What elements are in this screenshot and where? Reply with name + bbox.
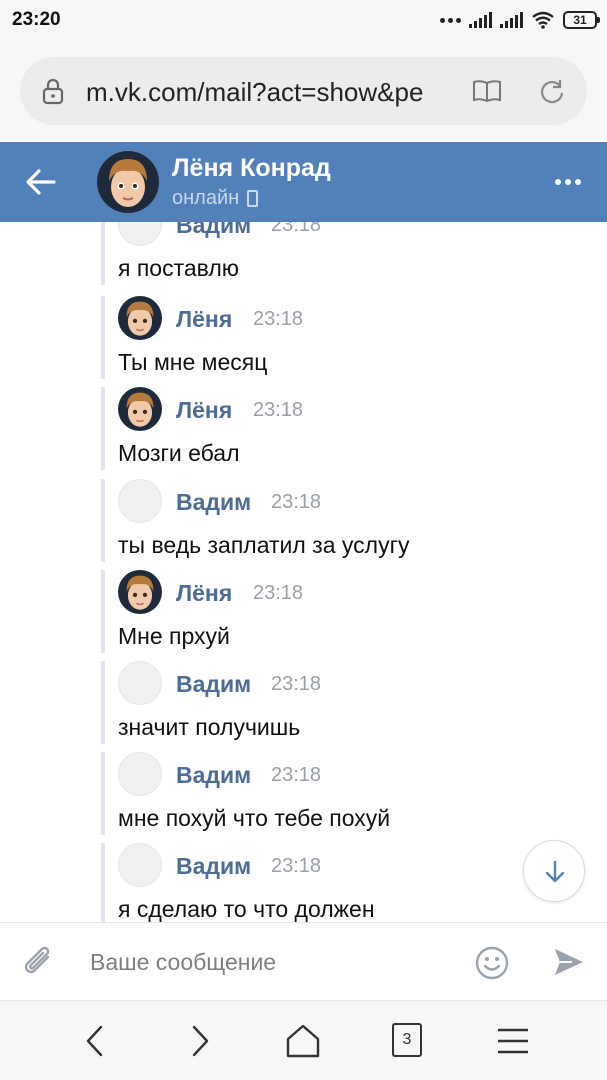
signal-icon	[469, 12, 492, 28]
memoji-avatar-icon	[118, 387, 162, 431]
reader-mode-icon[interactable]	[472, 79, 502, 103]
reload-icon[interactable]	[538, 77, 566, 105]
message-time: 23:18	[271, 673, 322, 695]
contact-avatar[interactable]	[97, 151, 159, 213]
message-input[interactable]	[90, 942, 460, 982]
message-composer	[0, 922, 607, 1000]
status-bar: 23:20 31	[0, 0, 607, 40]
message-time: 23:18	[271, 764, 322, 786]
message-time: 23:18	[271, 491, 322, 513]
menu-icon[interactable]	[496, 1021, 530, 1061]
home-icon[interactable]	[284, 1021, 322, 1061]
paperclip-icon[interactable]	[22, 943, 56, 981]
memoji-avatar-icon	[118, 296, 162, 340]
back-arrow-icon[interactable]	[24, 166, 58, 198]
browser-back-icon[interactable]	[83, 1021, 107, 1061]
online-status-text: онлайн	[172, 187, 240, 209]
message-item: Лёня 23:18 Мозги ебал	[101, 387, 581, 470]
avatar[interactable]	[118, 752, 162, 796]
message-text: Мозги ебал	[118, 440, 240, 466]
contact-name[interactable]: Лёня Конрад	[172, 154, 331, 183]
message-author[interactable]: Вадим	[176, 762, 251, 789]
message-author[interactable]: Лёня	[176, 580, 232, 607]
message-author[interactable]: Лёня	[176, 397, 232, 424]
message-text: я сделаю то что должен	[118, 896, 375, 922]
arrow-down-icon	[545, 860, 565, 883]
status-icons: 31	[440, 8, 600, 32]
message-time: 23:18	[253, 308, 304, 330]
message-author[interactable]: Вадим	[176, 671, 251, 698]
memoji-avatar-icon	[97, 151, 159, 213]
message-time: 23:18	[253, 582, 304, 604]
message-item: Вадим 23:18 ты ведь заплатил за услугу	[101, 479, 581, 562]
mobile-phone-icon	[247, 190, 259, 207]
url-text[interactable]: m.vk.com/mail?act=show&pe	[86, 77, 442, 108]
message-author[interactable]: Лёня	[176, 306, 232, 333]
avatar[interactable]	[118, 661, 162, 705]
message-text: Ты мне месяц	[118, 349, 268, 375]
message-item: Лёня 23:18 Ты мне месяц	[101, 296, 581, 379]
avatar[interactable]	[118, 843, 162, 887]
avatar[interactable]	[118, 387, 162, 431]
avatar[interactable]	[118, 296, 162, 340]
message-text: мне похуй что тебе похуй	[118, 805, 391, 831]
message-item: Вадим 23:18 мне похуй что тебе похуй	[101, 752, 581, 835]
tabs-button[interactable]: 3	[392, 1023, 422, 1057]
address-bar[interactable]: m.vk.com/mail?act=show&pe	[20, 57, 587, 125]
contact-status: онлайн	[172, 187, 259, 210]
message-item: Лёня 23:18 Мне прхуй	[101, 570, 581, 653]
scroll-to-bottom-button[interactable]	[523, 840, 585, 902]
more-options-icon[interactable]	[555, 179, 581, 185]
message-text: значит получишь	[118, 714, 301, 740]
message-author[interactable]: Вадим	[176, 853, 251, 880]
wifi-icon	[532, 11, 554, 29]
message-time: 23:18	[271, 222, 322, 236]
browser-forward-icon[interactable]	[188, 1021, 212, 1061]
more-dots-icon	[440, 17, 461, 23]
message-item: Вадим 23:18 я сделаю то что должен	[101, 843, 581, 922]
message-text: я поставлю	[118, 255, 240, 281]
memoji-avatar-icon	[118, 570, 162, 614]
avatar[interactable]	[118, 570, 162, 614]
browser-nav-bar: 3	[0, 1000, 607, 1080]
message-time: 23:18	[271, 855, 322, 877]
send-icon[interactable]	[552, 945, 586, 979]
battery-icon: 31	[563, 11, 600, 29]
status-time: 23:20	[12, 9, 61, 30]
avatar[interactable]	[118, 222, 162, 246]
message-list[interactable]: Вадим 23:18 я поставлю Лёня 23:18 Ты мне…	[0, 222, 607, 922]
message-text: Мне прхуй	[118, 623, 230, 649]
chat-header: Лёня Конрад онлайн	[0, 142, 607, 222]
message-author[interactable]: Вадим	[176, 489, 251, 516]
avatar[interactable]	[118, 479, 162, 523]
message-time: 23:18	[253, 399, 304, 421]
message-item: Вадим 23:18 значит получишь	[101, 661, 581, 744]
message-author[interactable]: Вадим	[176, 222, 251, 239]
message-text: ты ведь заплатил за услугу	[118, 532, 410, 558]
signal-icon-2	[500, 12, 523, 28]
browser-toolbar: m.vk.com/mail?act=show&pe	[0, 40, 607, 142]
lock-icon	[42, 78, 64, 105]
emoji-icon[interactable]	[474, 945, 510, 981]
message-item: Вадим 23:18 я поставлю	[101, 222, 581, 285]
